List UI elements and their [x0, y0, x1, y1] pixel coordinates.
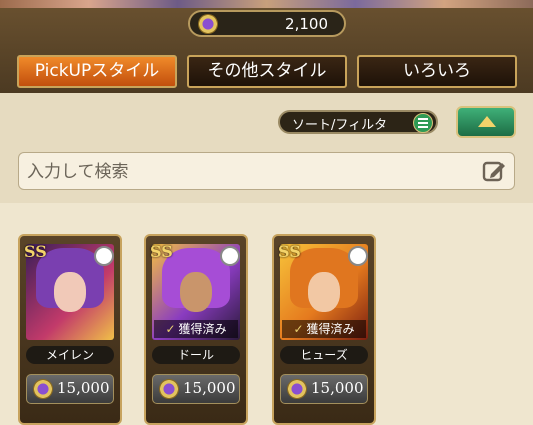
rank-badge: SS [278, 242, 301, 261]
price-value: 15,000 [183, 379, 236, 397]
rank-badge: SS [24, 242, 47, 261]
currency-amount: 2,100 [285, 15, 328, 33]
character-name: メイレン [26, 346, 114, 364]
character-card-2[interactable]: SS ✓ 獲得済み ドール 15,000 [144, 234, 248, 425]
banner-strip [0, 0, 533, 8]
collapse-button[interactable] [456, 106, 516, 138]
search-bar[interactable] [18, 152, 515, 190]
weapon-icon [220, 246, 240, 266]
tab-other-style[interactable]: その他スタイル [187, 55, 347, 88]
price-tag: 15,000 [26, 374, 114, 404]
tab-misc[interactable]: いろいろ [357, 55, 517, 88]
price-value: 15,000 [311, 379, 364, 397]
menu-icon [413, 113, 433, 133]
edit-icon[interactable] [482, 159, 506, 183]
owned-label: 獲得済み [306, 322, 355, 336]
owned-badge: ✓ 獲得済み [154, 320, 238, 338]
owned-label: 獲得済み [178, 322, 227, 336]
character-name: ドール [152, 346, 240, 364]
check-icon: ✓ [293, 322, 304, 336]
triangle-up-icon [478, 116, 496, 127]
owned-badge: ✓ 獲得済み [282, 320, 366, 338]
gem-coin-icon [33, 379, 53, 399]
currency-display: 2,100 [188, 10, 346, 37]
search-input[interactable] [25, 157, 469, 187]
price-tag: 15,000 [280, 374, 368, 404]
sort-filter-label: ソート/フィルタ [292, 118, 388, 133]
weapon-icon [348, 246, 368, 266]
price-value: 15,000 [57, 379, 110, 397]
character-card-1[interactable]: SS メイレン 15,000 [18, 234, 122, 425]
gem-coin-icon [159, 379, 179, 399]
check-icon: ✓ [165, 322, 176, 336]
gem-coin-icon [287, 379, 307, 399]
rank-badge: SS [150, 242, 173, 261]
sort-filter-button[interactable]: ソート/フィルタ [278, 110, 438, 134]
character-card-3[interactable]: SS ✓ 獲得済み ヒューズ 15,000 [272, 234, 376, 425]
price-tag: 15,000 [152, 374, 240, 404]
character-name: ヒューズ [280, 346, 368, 364]
tab-pickup-style[interactable]: PickUPスタイル [17, 55, 177, 88]
weapon-icon [94, 246, 114, 266]
gem-coin-icon [198, 14, 218, 34]
